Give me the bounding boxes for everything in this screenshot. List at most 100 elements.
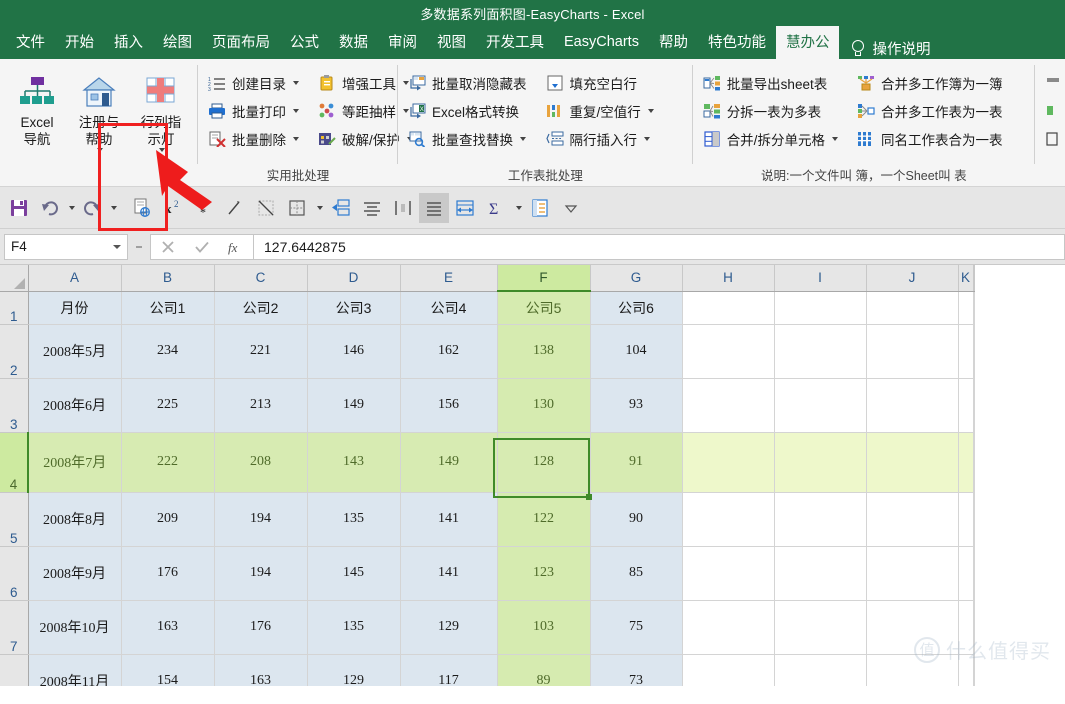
name-box[interactable]: F4 [4,233,128,260]
split-sheet-button[interactable]: 分拆一表为多表 [697,97,843,124]
batch-unhide-sheets-button[interactable]: 批量取消隐藏表 [402,69,532,96]
cell-k4[interactable] [958,432,974,493]
column-header-l-partial[interactable] [973,265,975,292]
fx-icon[interactable]: fx [219,235,253,259]
cell-c1[interactable]: 公司2 [214,291,308,325]
column-header-c[interactable]: C [214,265,308,292]
cell-c8[interactable]: 163 [214,654,308,686]
tab-developer[interactable]: 开发工具 [476,26,554,59]
row-column-indicator-button[interactable]: 行列指 示灯 [130,67,192,152]
cell-d8[interactable]: 129 [307,654,401,686]
cell-j2[interactable] [866,324,959,379]
cancel-icon[interactable] [151,235,185,259]
cell-c4[interactable]: 208 [214,432,308,493]
cell-g8[interactable]: 73 [590,654,683,686]
chevron-down-icon[interactable] [647,108,654,113]
cell-f3[interactable]: 130 [497,378,591,433]
cell-c7[interactable]: 176 [214,600,308,655]
cell-e8[interactable]: 117 [400,654,498,686]
duplicate-blank-rows-button[interactable]: 重复/空值行 [540,97,659,124]
tab-review[interactable]: 审阅 [378,26,427,59]
formula-bar-grip[interactable] [128,244,150,249]
borders-icon[interactable] [282,193,312,223]
cell-a8[interactable]: 2008年11月 [28,654,122,686]
align-center-icon[interactable] [357,193,387,223]
column-header-f[interactable]: F [497,265,591,292]
insert-alternate-rows-button[interactable]: 隔行插入行 [540,125,659,152]
cell-h7[interactable] [682,600,775,655]
diagonal-border-icon[interactable] [251,193,281,223]
cell-f8[interactable]: 89 [497,654,591,686]
cell-g4[interactable]: 91 [590,432,683,493]
borders-dropdown-icon[interactable] [313,193,325,223]
cell-g2[interactable]: 104 [590,324,683,379]
cell-f2[interactable]: 138 [497,324,591,379]
merge-split-cells-button[interactable]: 合并/拆分单元格 [697,125,843,152]
cell-c6[interactable]: 194 [214,546,308,601]
tab-draw[interactable]: 绘图 [153,26,202,59]
quote-icon[interactable]: “ ” * [189,193,219,223]
cell-h3[interactable] [682,378,775,433]
select-all-corner[interactable] [0,265,29,292]
cell-k1[interactable] [958,291,974,325]
cell-h4[interactable] [682,432,775,493]
cell-l1[interactable] [973,291,975,325]
cell-c2[interactable]: 221 [214,324,308,379]
excel-format-convert-button[interactable]: X Excel格式转换 [402,97,532,124]
cell-h1[interactable] [682,291,775,325]
row-header-7[interactable]: 7 [0,600,29,655]
cell-a2[interactable]: 2008年5月 [28,324,122,379]
cell-d7[interactable]: 135 [307,600,401,655]
cell-g6[interactable]: 85 [590,546,683,601]
chevron-down-icon[interactable] [159,148,165,152]
save-icon[interactable] [4,193,34,223]
cell-j1[interactable] [866,291,959,325]
cell-k2[interactable] [958,324,974,379]
column-header-h[interactable]: H [682,265,775,292]
cell-a3[interactable]: 2008年6月 [28,378,122,433]
clipped-item-2[interactable] [1039,97,1061,124]
merge-cells-toolbar-icon[interactable] [326,193,356,223]
cell-a7[interactable]: 2008年10月 [28,600,122,655]
cell-b8[interactable]: 154 [121,654,215,686]
chevron-down-icon[interactable] [520,136,526,141]
cell-j5[interactable] [866,492,959,547]
cell-j6[interactable] [866,546,959,601]
cell-f6[interactable]: 123 [497,546,591,601]
row-header-2[interactable]: 2 [0,324,29,379]
cell-g7[interactable]: 75 [590,600,683,655]
cell-l6[interactable] [973,546,975,601]
cell-i6[interactable] [774,546,867,601]
cell-e2[interactable]: 162 [400,324,498,379]
cell-i1[interactable] [774,291,867,325]
cell-i4[interactable] [774,432,867,493]
cell-e4[interactable]: 149 [400,432,498,493]
chevron-down-icon[interactable] [644,136,650,141]
cell-d5[interactable]: 135 [307,492,401,547]
column-header-d[interactable]: D [307,265,401,292]
row-header-3[interactable]: 3 [0,378,29,433]
cell-k6[interactable] [958,546,974,601]
tab-data[interactable]: 数据 [329,26,378,59]
cell-k7[interactable] [958,600,974,655]
column-header-e[interactable]: E [400,265,498,292]
cell-b6[interactable]: 176 [121,546,215,601]
superscript-icon[interactable]: x2 [158,193,188,223]
formula-input[interactable]: 127.6442875 [253,233,1065,260]
cell-e6[interactable]: 141 [400,546,498,601]
cell-c3[interactable]: 213 [214,378,308,433]
cell-g3[interactable]: 93 [590,378,683,433]
tell-me-box[interactable]: 操作说明 [839,38,930,59]
cell-i8[interactable] [774,654,867,686]
cell-l2[interactable] [973,324,975,379]
cell-g5[interactable]: 90 [590,492,683,547]
tab-easycharts[interactable]: EasyCharts [554,26,649,59]
cell-a6[interactable]: 2008年9月 [28,546,122,601]
autofit-width-icon[interactable] [450,193,480,223]
confirm-icon[interactable] [185,235,219,259]
cell-l8[interactable] [973,654,975,686]
cell-b1[interactable]: 公司1 [121,291,215,325]
create-directory-button[interactable]: 1 2 3 创建目录 [202,69,304,96]
cell-f5[interactable]: 122 [497,492,591,547]
cell-f4-selected[interactable]: 128 [497,432,591,493]
